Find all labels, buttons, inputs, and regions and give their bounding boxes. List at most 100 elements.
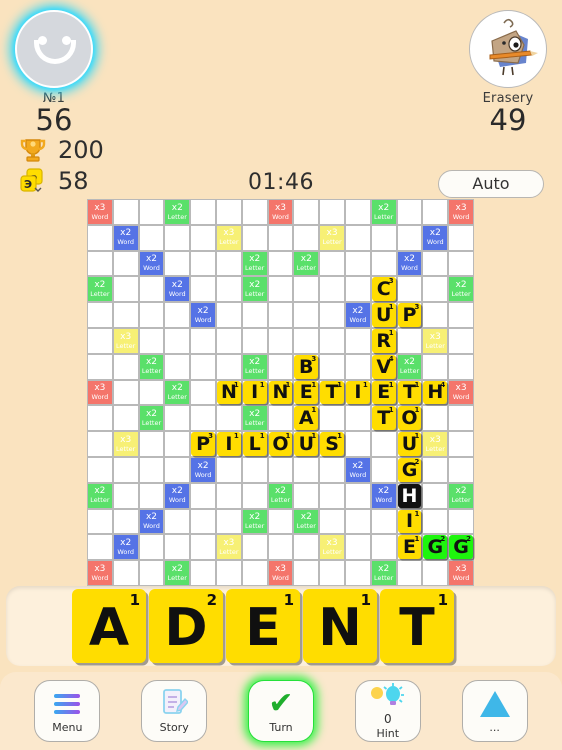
board-cell[interactable]: x2 Letter <box>241 250 268 277</box>
board-tile[interactable]: G2 <box>397 457 422 482</box>
board-cell[interactable] <box>138 560 165 586</box>
board-cell[interactable] <box>448 327 474 354</box>
board-cell[interactable]: x3 Word <box>87 199 113 225</box>
board-cell[interactable] <box>293 327 320 354</box>
rack-tile[interactable]: N1 <box>303 589 377 663</box>
board-cell[interactable] <box>267 327 294 354</box>
board-cell[interactable] <box>344 250 371 277</box>
board-cell[interactable] <box>215 276 242 303</box>
board-cell[interactable] <box>164 327 191 354</box>
board-cell[interactable] <box>241 456 268 483</box>
board-cell[interactable]: x2 Word <box>190 302 216 328</box>
board-cell[interactable] <box>422 353 449 380</box>
board-cell[interactable] <box>267 534 294 561</box>
board-cell[interactable] <box>293 199 320 225</box>
board-cell[interactable] <box>293 224 320 251</box>
board-cell[interactable] <box>422 560 449 586</box>
board-cell[interactable]: H <box>396 482 423 509</box>
board-cell[interactable] <box>344 276 371 303</box>
tile-rack[interactable]: A1D2E1N1T1 <box>72 589 454 663</box>
board-cell[interactable] <box>344 560 371 586</box>
board-tile[interactable]: A1 <box>294 406 319 431</box>
board-cell[interactable]: A1 <box>293 405 320 432</box>
board-cell[interactable] <box>190 508 216 535</box>
board-cell[interactable] <box>422 199 449 225</box>
board-cell[interactable] <box>112 199 139 225</box>
board-tile[interactable]: L1 <box>242 432 267 456</box>
board-tile[interactable]: B3 <box>294 354 319 379</box>
board-cell[interactable]: E1 <box>293 379 320 406</box>
board-cell[interactable] <box>112 560 139 586</box>
board-tile[interactable]: P3 <box>191 432 215 456</box>
board-cell[interactable] <box>319 327 345 354</box>
board-cell[interactable]: I1 <box>396 508 423 535</box>
board-tile[interactable]: P3 <box>397 303 422 327</box>
board-cell[interactable]: U1 <box>396 431 423 457</box>
board-cell[interactable]: x2 Letter <box>164 560 191 586</box>
board-cell[interactable]: R1 <box>370 327 397 354</box>
board-cell[interactable] <box>215 353 242 380</box>
board-cell[interactable] <box>241 534 268 561</box>
board-cell[interactable]: T1 <box>319 379 345 406</box>
board-cell[interactable] <box>344 353 371 380</box>
board-cell[interactable] <box>241 199 268 225</box>
board-cell[interactable] <box>164 353 191 380</box>
board-cell[interactable] <box>293 560 320 586</box>
board-cell[interactable] <box>267 456 294 483</box>
board-cell[interactable]: x2 Letter <box>164 199 191 225</box>
board-cell[interactable] <box>370 508 397 535</box>
board-cell[interactable] <box>164 534 191 561</box>
board-cell[interactable]: N1 <box>215 379 242 406</box>
board-cell[interactable]: x2 Letter <box>164 379 191 406</box>
board-cell[interactable] <box>215 456 242 483</box>
board-tile[interactable]: E1 <box>397 535 422 560</box>
board-cell[interactable]: U1 <box>293 431 320 457</box>
board-tile[interactable]: U1 <box>371 303 396 327</box>
board-cell[interactable] <box>422 276 449 303</box>
board-cell[interactable] <box>87 456 113 483</box>
board-cell[interactable] <box>190 405 216 432</box>
player2-avatar[interactable] <box>469 10 547 88</box>
board-cell[interactable] <box>190 276 216 303</box>
board-cell[interactable]: x2 Letter <box>370 560 397 586</box>
board-cell[interactable] <box>370 224 397 251</box>
board-cell[interactable] <box>112 353 139 380</box>
board-cell[interactable]: x2 Word <box>164 276 191 303</box>
board-tile[interactable]: E1 <box>294 380 319 405</box>
board-cell[interactable]: S1 <box>319 431 345 457</box>
board-cell[interactable] <box>293 482 320 509</box>
board-cell[interactable] <box>87 534 113 561</box>
board-cell[interactable] <box>164 224 191 251</box>
board-cell[interactable]: x3 Letter <box>422 327 449 354</box>
story-button[interactable]: Story <box>141 680 208 742</box>
board-cell[interactable] <box>448 353 474 380</box>
board-cell[interactable] <box>422 302 449 328</box>
board-cell[interactable] <box>164 405 191 432</box>
board-cell[interactable] <box>190 327 216 354</box>
board-cell[interactable]: E1 <box>370 379 397 406</box>
board-cell[interactable]: x3 Letter <box>319 534 345 561</box>
board-cell[interactable] <box>293 456 320 483</box>
board-cell[interactable] <box>190 560 216 586</box>
board-cell[interactable] <box>319 250 345 277</box>
board-cell[interactable]: O1 <box>396 405 423 432</box>
board-cell[interactable] <box>293 276 320 303</box>
board-cell[interactable]: E1 <box>396 534 423 561</box>
board-tile[interactable]: H <box>397 483 422 508</box>
board-cell[interactable] <box>87 431 113 457</box>
board-cell[interactable]: I1 <box>344 379 371 406</box>
board-cell[interactable] <box>370 534 397 561</box>
board-cell[interactable]: G2 <box>396 456 423 483</box>
board-cell[interactable]: x2 Letter <box>267 482 294 509</box>
board-cell[interactable] <box>267 224 294 251</box>
board-tile[interactable]: H4 <box>423 380 448 405</box>
board-cell[interactable] <box>138 534 165 561</box>
board-cell[interactable] <box>164 302 191 328</box>
board-cell[interactable]: H4 <box>422 379 449 406</box>
board-cell[interactable] <box>344 224 371 251</box>
board-cell[interactable] <box>448 250 474 277</box>
board-cell[interactable] <box>344 405 371 432</box>
board-cell[interactable] <box>267 250 294 277</box>
board-cell[interactable] <box>319 302 345 328</box>
board-cell[interactable] <box>448 302 474 328</box>
